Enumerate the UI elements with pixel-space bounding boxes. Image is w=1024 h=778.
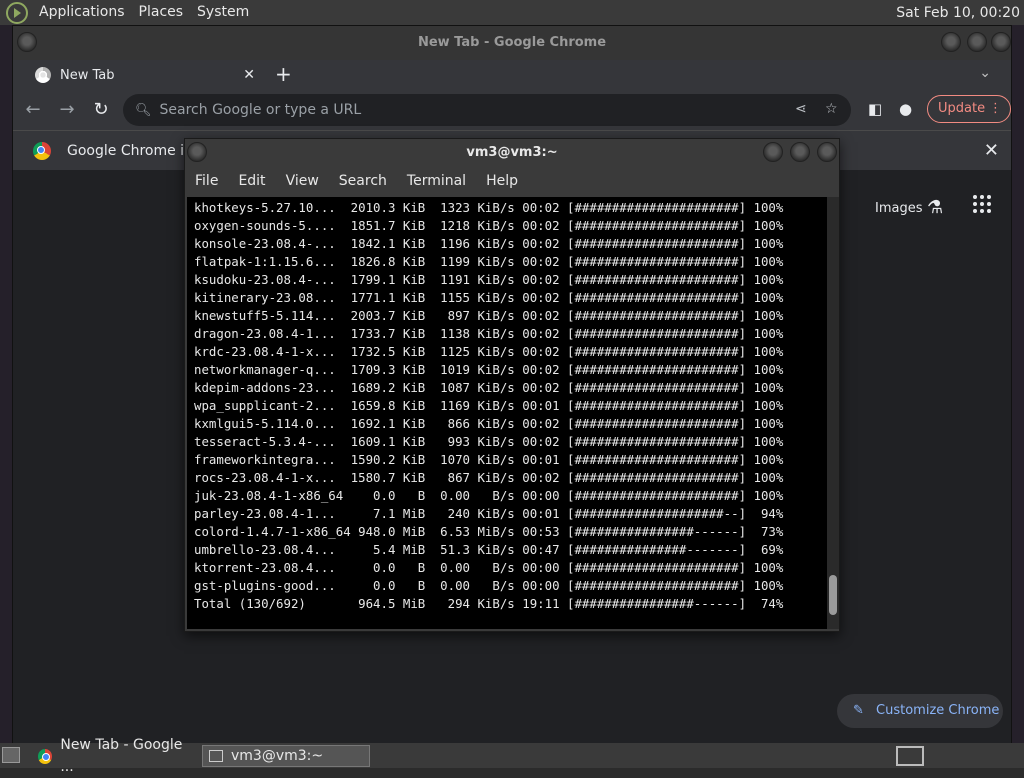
workspace-switcher[interactable] — [896, 746, 924, 766]
taskbar-item-chrome[interactable]: New Tab - Google ... — [32, 737, 194, 775]
output-line: ksudoku-23.08.4-... 1799.1 KiB 1191 KiB/… — [194, 272, 784, 287]
window-title: New Tab - Google Chrome — [417, 35, 607, 50]
omnibox-placeholder: Search Google or type a URL — [159, 102, 362, 118]
terminal-menubar: File Edit View Search Terminal Help — [185, 167, 839, 195]
google-apps-icon[interactable] — [973, 195, 991, 213]
terminal-scrollbar[interactable] — [827, 197, 839, 629]
chrome-icon — [38, 748, 53, 764]
clock[interactable]: Sat Feb 10, 00:20 — [896, 5, 1024, 21]
minimize-button[interactable] — [941, 32, 961, 52]
show-desktop-icon[interactable] — [2, 747, 20, 763]
infobar-message: Google Chrome isn — [67, 142, 201, 159]
output-line: knewstuff5-5.114... 2003.7 KiB 897 KiB/s… — [194, 308, 784, 323]
output-line: konsole-23.08.4-... 1842.1 KiB 1196 KiB/… — [194, 236, 784, 251]
close-window-button[interactable] — [991, 32, 1011, 52]
output-line: ktorrent-23.08.4... 0.0 B 0.00 B/s 00:00… — [194, 560, 784, 575]
share-icon[interactable]: ⋖ — [795, 101, 807, 117]
tab-search-chevron-icon[interactable]: ⌄ — [979, 65, 991, 81]
taskbar-item-label: New Tab - Google ... — [60, 737, 183, 775]
search-icon: 🔍︎ — [135, 102, 152, 118]
tab-new-tab[interactable]: New Tab ✕ — [23, 60, 263, 90]
customize-label: Customize Chrome — [876, 703, 1000, 718]
images-link[interactable]: Images — [875, 201, 923, 216]
terminal-title: vm3@vm3:~ — [466, 145, 558, 160]
menu-search[interactable]: Search — [329, 173, 397, 189]
tab-strip: New Tab ✕ + ⌄ — [13, 60, 1011, 90]
output-line: flatpak-1:1.15.6... 1826.8 KiB 1199 KiB/… — [194, 254, 784, 269]
chrome-titlebar[interactable]: New Tab - Google Chrome — [13, 26, 1011, 60]
infobar-close-icon[interactable]: ✕ — [984, 140, 999, 161]
menu-help[interactable]: Help — [476, 173, 528, 189]
menu-view[interactable]: View — [276, 173, 329, 189]
toolbar: ← → ↻ 🔍︎ Search Google or type a URL ⋖ ☆… — [13, 90, 1011, 130]
output-line: khotkeys-5.27.10... 2010.3 KiB 1323 KiB/… — [194, 200, 784, 215]
output-line: krdc-23.08.4-1-x... 1732.5 KiB 1125 KiB/… — [194, 344, 784, 359]
terminal-icon — [209, 750, 223, 762]
terminal-titlebar[interactable]: vm3@vm3:~ — [185, 139, 839, 167]
profile-avatar-icon[interactable]: ● — [899, 100, 912, 118]
desktop-background — [0, 25, 12, 743]
output-line: wpa_supplicant-2... 1659.8 KiB 1169 KiB/… — [194, 398, 784, 413]
more-menu-icon[interactable]: ⋮ — [989, 96, 1002, 122]
taskbar-item-label: vm3@vm3:~ — [231, 748, 324, 764]
output-line: oxygen-sounds-5.... 1851.7 KiB 1218 KiB/… — [194, 218, 784, 233]
terminal-close-button[interactable] — [817, 142, 837, 162]
output-line: kitinerary-23.08... 1771.1 KiB 1155 KiB/… — [194, 290, 784, 305]
maximize-button[interactable] — [967, 32, 987, 52]
taskbar-item-terminal[interactable]: vm3@vm3:~ — [202, 745, 370, 767]
side-panel-icon[interactable]: ◧ — [868, 100, 882, 118]
back-arrow-icon[interactable]: ← — [19, 96, 47, 124]
output-line: networkmanager-q... 1709.3 KiB 1019 KiB/… — [194, 362, 784, 377]
output-line: umbrello-23.08.4... 5.4 MiB 51.3 KiB/s 0… — [194, 542, 784, 557]
bottom-panel: New Tab - Google ... vm3@vm3:~ — [0, 737, 1024, 775]
chrome-favicon-icon — [35, 67, 51, 83]
tab-title: New Tab — [60, 67, 115, 83]
update-button[interactable]: Update ⋮ — [927, 95, 1011, 123]
menu-system[interactable]: System — [190, 0, 256, 25]
output-line: kdepim-addons-23... 1689.2 KiB 1087 KiB/… — [194, 380, 784, 395]
omnibox[interactable]: 🔍︎ Search Google or type a URL ⋖ ☆ — [123, 94, 851, 126]
menu-places[interactable]: Places — [132, 0, 191, 25]
window-menu-button[interactable] — [17, 32, 37, 52]
menu-terminal[interactable]: Terminal — [397, 173, 476, 189]
terminal-maximize-button[interactable] — [790, 142, 810, 162]
output-line: gst-plugins-good... 0.0 B 0.00 B/s 00:00… — [194, 578, 784, 593]
terminal-minimize-button[interactable] — [763, 142, 783, 162]
output-line: frameworkintegra... 1590.2 KiB 1070 KiB/… — [194, 452, 784, 467]
update-label: Update — [938, 101, 986, 116]
pencil-icon: ✎ — [853, 703, 864, 718]
chrome-logo-icon — [33, 141, 51, 160]
output-line: juk-23.08.4-1-x86_64 0.0 B 0.00 B/s 00:0… — [194, 488, 784, 503]
labs-flask-icon[interactable]: ⚗ — [927, 197, 943, 218]
terminal-output[interactable]: khotkeys-5.27.10... 2010.3 KiB 1323 KiB/… — [187, 197, 827, 629]
top-panel: Applications Places System Sat Feb 10, 0… — [0, 0, 1024, 25]
close-tab-icon[interactable]: ✕ — [243, 67, 255, 83]
scrollbar-thumb[interactable] — [829, 575, 837, 615]
bookmark-star-icon[interactable]: ☆ — [825, 101, 838, 117]
menu-file[interactable]: File — [185, 173, 228, 189]
output-line: colord-1.4.7-1-x86_64 948.0 MiB 6.53 MiB… — [194, 524, 784, 539]
forward-arrow-icon[interactable]: → — [53, 96, 81, 124]
terminal-window-menu-button[interactable] — [187, 142, 207, 162]
customize-chrome-button[interactable]: ✎ Customize Chrome — [837, 694, 1003, 728]
reload-icon[interactable]: ↻ — [87, 96, 115, 124]
output-line: kxmlgui5-5.114.0... 1692.1 KiB 866 KiB/s… — [194, 416, 784, 431]
terminal-window: vm3@vm3:~ File Edit View Search Terminal… — [184, 138, 840, 632]
output-line: Total (130/692) 964.5 MiB 294 KiB/s 19:1… — [194, 596, 784, 611]
menu-edit[interactable]: Edit — [228, 173, 275, 189]
distro-logo-icon[interactable] — [6, 1, 28, 24]
menu-applications[interactable]: Applications — [32, 0, 132, 25]
output-line: tesseract-5.3.4-... 1609.1 KiB 993 KiB/s… — [194, 434, 784, 449]
new-tab-plus-icon[interactable]: + — [275, 62, 292, 86]
output-line: parley-23.08.4-1... 7.1 MiB 240 KiB/s 00… — [194, 506, 784, 521]
output-line: rocs-23.08.4-1-x... 1580.7 KiB 867 KiB/s… — [194, 470, 784, 485]
output-line: dragon-23.08.4-1... 1733.7 KiB 1138 KiB/… — [194, 326, 784, 341]
desktop-background — [1012, 25, 1024, 743]
